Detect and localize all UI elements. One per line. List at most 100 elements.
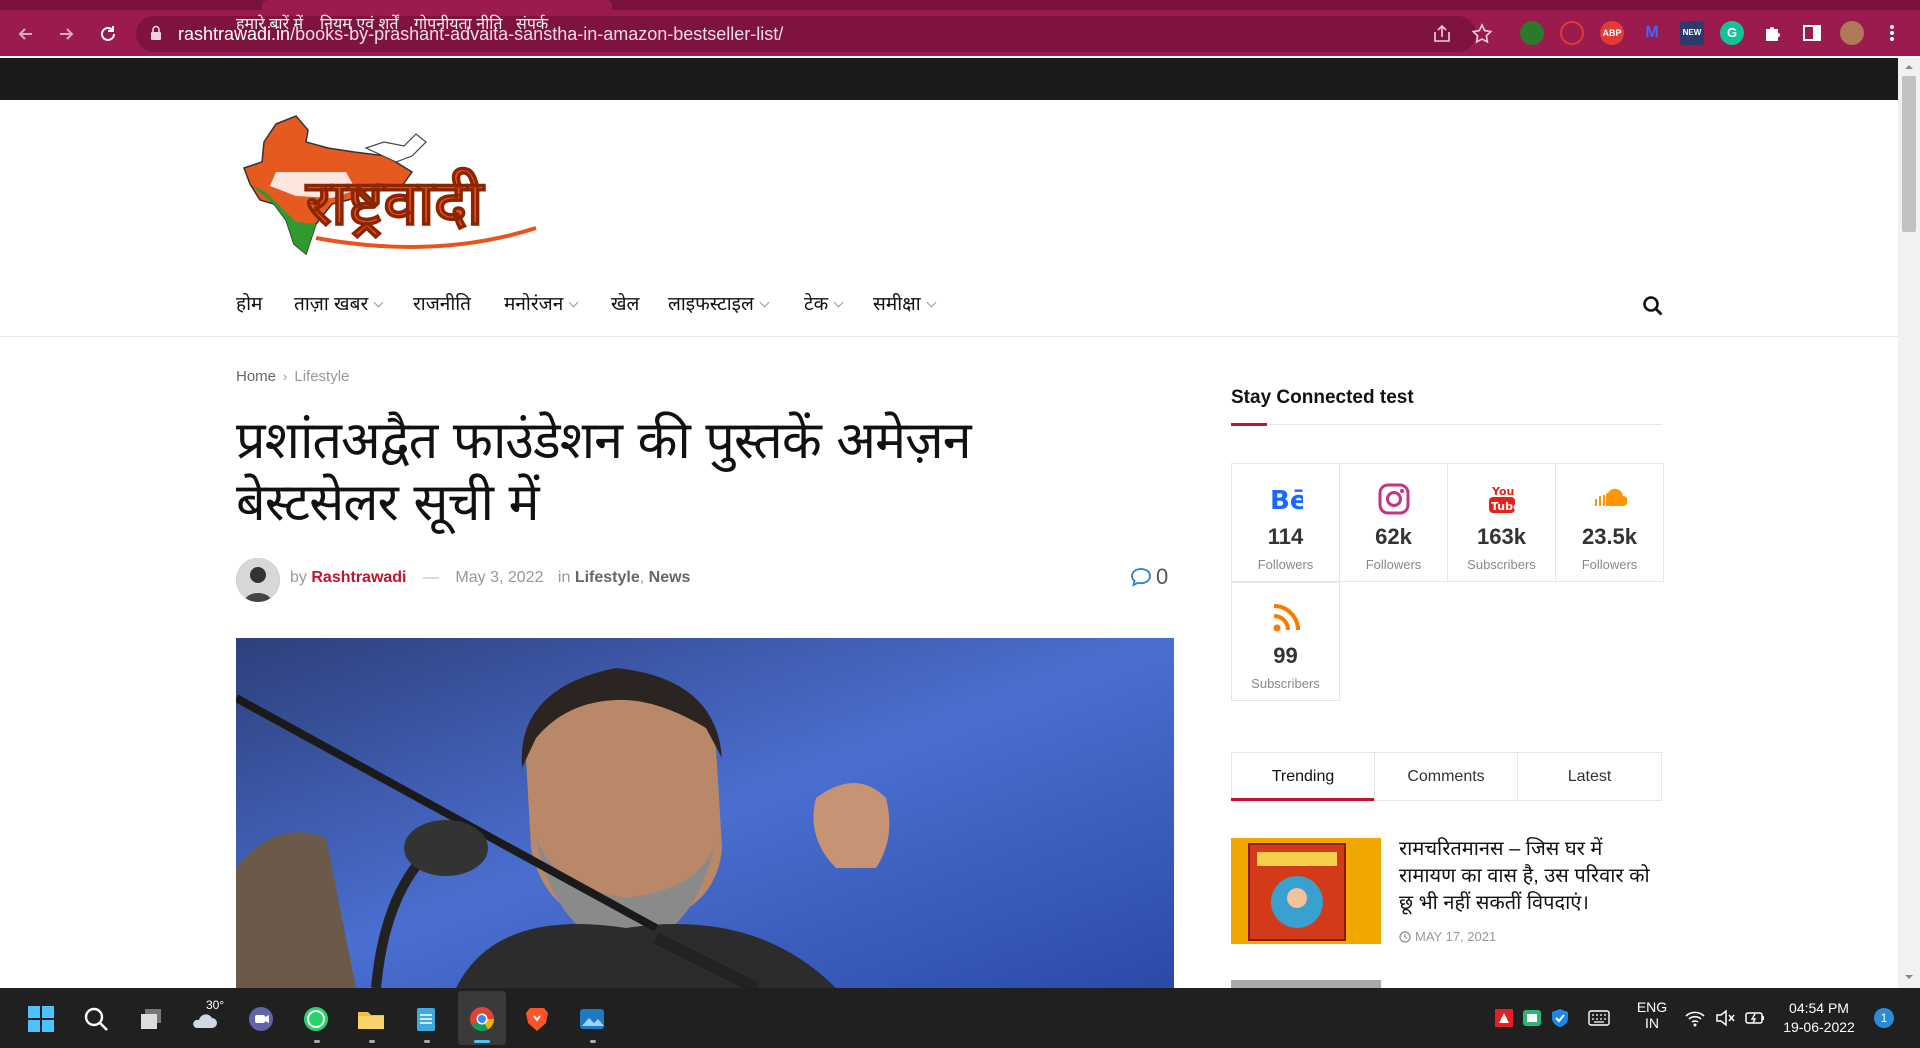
social-count: 62k: [1375, 524, 1412, 549]
social-label: Followers: [1581, 557, 1638, 572]
profile-avatar[interactable]: [1840, 21, 1864, 45]
chevron-down-icon: [926, 297, 937, 308]
clock[interactable]: 04:54 PM 19-06-2022: [1772, 999, 1866, 1037]
social-label: Subscribers: [1251, 676, 1320, 691]
photos-icon[interactable]: [577, 1004, 607, 1034]
map-extension-icon[interactable]: [1520, 21, 1544, 45]
whatsapp-icon[interactable]: [301, 1004, 331, 1034]
bookmark-star-icon[interactable]: [1470, 22, 1494, 46]
tab-comments[interactable]: Comments: [1375, 753, 1518, 800]
author-link[interactable]: Rashtrawadi: [311, 569, 406, 586]
task-view-icon[interactable]: [137, 1004, 167, 1034]
social-count: 23.5k: [1581, 524, 1638, 549]
wifi-icon[interactable]: [1684, 1008, 1706, 1028]
social-counter-instagram[interactable]: 62k Followers: [1339, 463, 1448, 582]
category-link-news[interactable]: News: [649, 569, 691, 586]
notification-badge[interactable]: 1: [1874, 1008, 1894, 1028]
social-count: 99: [1273, 643, 1298, 668]
breadcrumb-separator: ›: [283, 369, 288, 384]
trending-thumbnail[interactable]: [1231, 838, 1381, 944]
speaker-photo: [236, 638, 1174, 988]
meta-dash: —: [422, 569, 439, 586]
language-code: ENG: [1636, 999, 1668, 1015]
nav-item-home[interactable]: होम: [236, 290, 262, 316]
nav-item-review[interactable]: समीक्षा: [873, 290, 937, 316]
lock-icon: [151, 25, 161, 40]
chrome-icon[interactable]: [467, 1004, 497, 1034]
scroll-down-arrow-icon[interactable]: [1904, 972, 1914, 982]
nav-item-tech[interactable]: टेक: [804, 290, 844, 316]
battery-charging-icon[interactable]: [1744, 1008, 1766, 1028]
trending-thumbnail-next[interactable]: [1231, 980, 1381, 988]
grammarly-icon[interactable]: G: [1720, 21, 1744, 45]
scrollbar-thumb[interactable]: [1902, 76, 1916, 232]
site-logo[interactable]: राष्ट्रवादी: [236, 112, 612, 268]
kebab-menu-icon[interactable]: [1880, 21, 1904, 45]
social-counter-soundcloud[interactable]: 23.5k Followers: [1555, 463, 1664, 582]
nav-item-politics[interactable]: राजनीति: [413, 290, 471, 316]
nav-label: खेल: [611, 294, 640, 315]
puzzle-icon[interactable]: [1760, 21, 1784, 45]
social-counter-rss[interactable]: 99 Subscribers: [1231, 582, 1340, 701]
running-indicator: [590, 1040, 596, 1043]
forward-button[interactable]: [52, 20, 80, 48]
svg-text:Bē: Bē: [1270, 486, 1303, 516]
sidebar-widget-title: Stay Connected test: [1231, 387, 1414, 408]
tab-trending[interactable]: Trending: [1232, 753, 1375, 800]
language-indicator[interactable]: ENG IN: [1632, 999, 1672, 1031]
brave-icon[interactable]: [522, 1004, 552, 1034]
windows-start-icon[interactable]: [26, 1004, 56, 1034]
defender-shield-icon[interactable]: [1550, 1008, 1570, 1028]
breadcrumb-home[interactable]: Home: [236, 368, 276, 385]
nav-label: समीक्षा: [873, 294, 921, 315]
nav-item-entertainment[interactable]: मनोरंजन: [504, 290, 579, 316]
social-label: Followers: [1365, 557, 1422, 572]
topbar-link-about[interactable]: हमारे बारें में: [236, 12, 303, 34]
keyboard-icon[interactable]: [1588, 1010, 1610, 1026]
comments-count-link[interactable]: 0: [1130, 564, 1168, 590]
search-icon[interactable]: [1642, 295, 1664, 317]
new-extension-icon[interactable]: NEW: [1680, 21, 1704, 45]
reload-button[interactable]: [94, 20, 122, 48]
author-avatar[interactable]: [236, 558, 280, 602]
abp-icon[interactable]: ABP: [1600, 21, 1624, 45]
comments-count: 0: [1156, 564, 1169, 589]
notepad-icon[interactable]: [411, 1004, 441, 1034]
article-featured-image: [236, 638, 1174, 988]
blocker-extension-icon[interactable]: [1560, 21, 1584, 45]
scroll-up-arrow-icon[interactable]: [1904, 62, 1914, 72]
header-divider: [0, 336, 1898, 337]
volume-muted-icon[interactable]: [1714, 1008, 1736, 1028]
file-explorer-icon[interactable]: [356, 1004, 386, 1034]
tab-latest[interactable]: Latest: [1518, 753, 1661, 800]
trending-article-date: MAY 17, 2021: [1399, 929, 1496, 944]
region-code: IN: [1645, 1015, 1659, 1031]
book-cover-image: [1231, 838, 1381, 944]
topbar-link-contact[interactable]: संपर्क: [516, 12, 548, 34]
back-button[interactable]: [12, 20, 40, 48]
taskbar-search-icon[interactable]: [81, 1004, 111, 1034]
nav-item-lifestyle[interactable]: लाइफस्टाइल: [668, 290, 770, 316]
malwarebytes-icon[interactable]: M: [1640, 21, 1664, 45]
sidepanel-icon[interactable]: [1800, 21, 1824, 45]
amd-tray-icon[interactable]: [1494, 1008, 1514, 1028]
social-counter-behance[interactable]: Bē 114 Followers: [1231, 463, 1340, 582]
trending-article-title[interactable]: रामचरितमानस – जिस घर में रामायण का वास ह…: [1399, 836, 1659, 917]
teams-chat-icon[interactable]: [246, 1004, 276, 1034]
running-indicator: [314, 1040, 320, 1043]
breadcrumb-current[interactable]: Lifestyle: [294, 368, 349, 385]
topbar-link-terms[interactable]: नियम एवं शर्तें: [320, 12, 399, 34]
nav-item-latest-news[interactable]: ताज़ा खबर: [294, 290, 384, 316]
category-comma: ,: [639, 569, 645, 586]
active-tab[interactable]: [262, 0, 612, 10]
social-counter-youtube[interactable]: You Tube 163k Subscribers: [1447, 463, 1556, 582]
share-icon[interactable]: [1430, 22, 1454, 46]
category-link-lifestyle[interactable]: Lifestyle: [575, 569, 640, 586]
clock-time: 04:54 PM: [1789, 1000, 1849, 1016]
nav-item-sports[interactable]: खेल: [611, 290, 639, 316]
tray-app-icon[interactable]: [1522, 1008, 1542, 1028]
nav-label: राजनीति: [413, 294, 472, 315]
topbar-link-privacy[interactable]: गोपनीयता नीति: [414, 12, 503, 34]
active-tab-indicator: [1231, 798, 1374, 801]
article-meta: by Rashtrawadi — May 3, 2022 in Lifestyl…: [290, 569, 690, 587]
